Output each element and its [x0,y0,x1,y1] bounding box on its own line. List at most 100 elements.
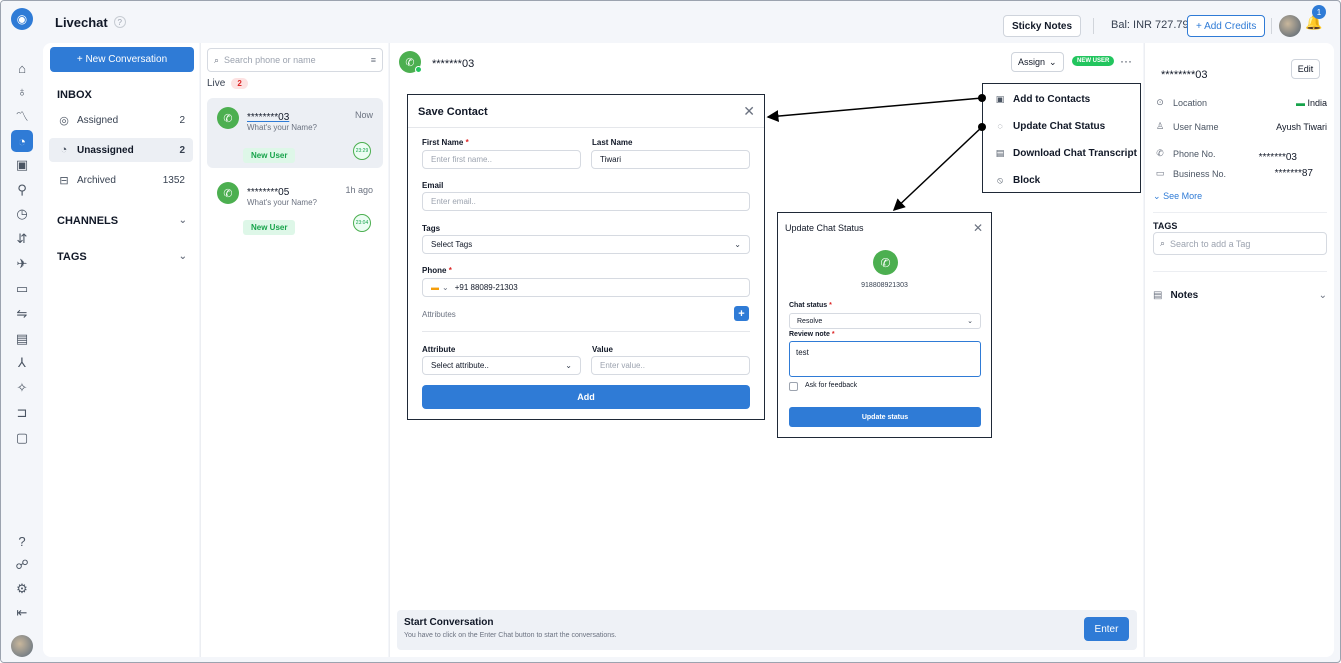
network-icon[interactable]: ⅄ [12,353,32,373]
see-more-label: See More [1163,191,1203,201]
automation-icon[interactable]: ⇋ [12,304,32,324]
sparkle-icon[interactable]: ✧ [12,378,32,398]
add-attribute-button[interactable]: + [734,306,749,321]
menu-item-block[interactable]: ⦸ Block [983,167,1140,193]
tags-label: TAGS [57,251,87,263]
review-note-field[interactable]: test [789,341,981,377]
analytics-icon[interactable]: 〽 [12,105,32,125]
conversation-item[interactable]: ✆ ********05 What's your Name? 1h ago Ne… [207,173,383,243]
refresh-icon: ◌ [997,121,1003,131]
country-caret-icon[interactable]: ⌄ [442,283,449,292]
rail-avatar[interactable] [11,635,33,657]
see-more-link[interactable]: ⌄ See More [1153,191,1202,202]
review-note-label-text: Review note [789,331,830,338]
campaign-icon[interactable]: ✈ [12,254,32,274]
value-field[interactable]: Enter value.. [591,356,750,375]
transcript-icon: ▤ [995,147,1005,158]
tags-section[interactable]: TAGS ⌄ [57,251,187,263]
settings-icon[interactable]: ⚙ [12,579,32,599]
menu-item-download-transcript[interactable]: ▤ Download Chat Transcript [983,140,1140,166]
tags-select-value: Select Tags [431,240,473,249]
help-circle-icon[interactable]: ? [113,16,126,28]
tags-select[interactable]: Select Tags ⌄ [422,235,750,254]
ask-feedback-checkbox[interactable] [789,382,798,391]
india-flag-icon[interactable]: ▬ [431,283,439,292]
notes-section[interactable]: ▤ Notes ⌄ [1153,290,1327,301]
conversation-item[interactable]: ✆ ********03 What's your Name? Now New U… [207,98,383,168]
new-user-badge: New User [243,148,296,163]
modal-title: Update Chat Status [785,223,864,233]
info-key: Phone No. [1173,148,1216,159]
close-icon[interactable]: ✕ [743,103,755,120]
inbox-item-label: Unassigned [77,144,134,156]
enter-chat-button[interactable]: Enter [1084,617,1129,641]
more-options-icon[interactable]: ··· [1120,54,1132,68]
folder-icon[interactable]: ▭ [12,279,32,299]
add-contact-button[interactable]: Add [422,385,750,409]
new-conversation-button[interactable]: + New Conversation [50,47,194,72]
india-flag-icon: ▬ [1295,97,1305,108]
ticket-icon[interactable]: ▤ [12,329,32,349]
home-icon[interactable]: ⌂ [12,58,32,78]
sticky-notes-button[interactable]: Sticky Notes [1003,15,1082,37]
chat-options-menu: ▣ Add to Contacts ◌ Update Chat Status ▤… [982,83,1141,193]
search-input[interactable]: ⌕ Search phone or name ≡ [207,48,383,72]
notes-icon: ▤ [1153,290,1163,301]
chevron-down-icon: ⌄ [1049,56,1057,67]
inbox-item-unassigned[interactable]: ◔ Unassigned 2 [49,138,193,162]
required-asterisk: * [448,266,452,275]
phone-field[interactable]: ▬ ⌄ +91 88089-21303 [422,278,750,297]
contacts-icon[interactable]: ▣ [12,155,32,175]
filter-icon[interactable]: ≡ [371,55,376,65]
whatsapp-icon: ✆ [873,250,898,275]
first-name-label-text: First Name [422,138,464,147]
cart-icon[interactable]: ⊐ [12,403,32,423]
chevron-down-icon: ⌄ [565,361,572,370]
edit-contact-button[interactable]: Edit [1291,59,1320,79]
tag-search-input[interactable]: ⌕ Search to add a Tag [1153,232,1327,255]
add-credits-button[interactable]: + Add Credits [1187,15,1266,37]
divider [408,127,764,128]
start-conversation-title: Start Conversation [404,617,494,628]
assign-dropdown[interactable]: Assign ⌄ [1011,52,1064,72]
status-phone-number: 918808921303 [861,282,908,289]
history-icon[interactable]: ◷ [12,204,32,224]
help-icon[interactable]: ? [12,531,32,551]
inbox-item-assigned[interactable]: ◎ Assigned 2 [49,108,193,132]
last-name-field[interactable]: Tiwari [591,150,750,169]
chevron-down-icon[interactable]: ⌄ [179,215,187,226]
logout-icon[interactable]: ⇤ [12,603,32,623]
first-name-field[interactable]: Enter first name.. [422,150,581,169]
close-icon[interactable]: ✕ [973,221,983,235]
update-status-button[interactable]: Update status [789,407,981,427]
flow-icon[interactable]: ⇵ [12,229,32,249]
archive-icon: ⊟ [59,174,69,187]
chat-status-select[interactable]: Resolve ⌄ [789,313,981,329]
info-value: ▬ India [1296,98,1327,108]
tag-search-placeholder: Search to add a Tag [1170,238,1251,249]
window-icon[interactable]: ▢ [12,428,32,448]
chevron-down-icon: ⌄ [967,318,973,325]
user-avatar[interactable] [1279,15,1301,37]
attribute-select[interactable]: Select attribute.. ⌄ [422,356,581,375]
app-logo-icon[interactable]: ◉ [11,8,33,30]
inbox-item-archived[interactable]: ⊟ Archived 1352 [49,168,193,192]
attribute-select-value: Select attribute.. [431,361,489,370]
org-icon[interactable]: ♁ [12,81,32,101]
channels-section[interactable]: CHANNELS ⌄ [57,215,187,227]
menu-item-update-chat-status[interactable]: ◌ Update Chat Status [983,113,1140,139]
email-field[interactable]: Enter email.. [422,192,750,211]
chevron-down-icon[interactable]: ⌄ [1319,290,1327,301]
livechat-icon[interactable]: ◔ [11,130,33,152]
whatsapp-icon: ✆ [217,182,239,204]
timer-badge: 23:29 [353,142,371,160]
menu-item-add-to-contacts[interactable]: ▣ Add to Contacts [983,86,1140,112]
live-text: Live [207,78,226,89]
integrations-icon[interactable]: ⚲ [12,180,32,200]
chevron-down-icon[interactable]: ⌄ [179,251,187,262]
tags-label: Tags [422,224,441,233]
attributes-label: Attributes [422,310,456,319]
agent-icon[interactable]: ☍ [12,555,32,575]
divider [1093,18,1094,34]
conversation-list-pane: ⌕ Search phone or name ≡ Live 2 ✆ ******… [200,43,388,657]
